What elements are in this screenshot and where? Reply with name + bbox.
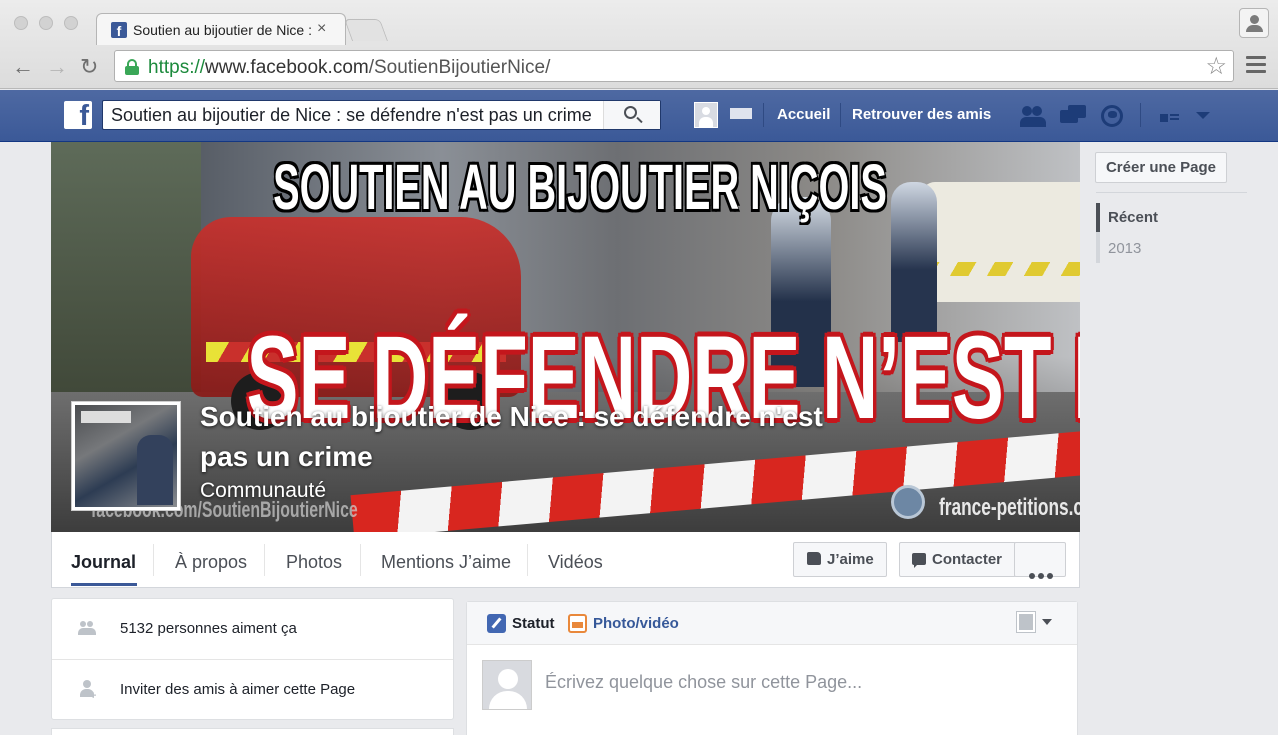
search-icon xyxy=(624,106,637,119)
reload-icon[interactable]: ↻ xyxy=(80,54,98,80)
create-page-button[interactable]: Créer une Page xyxy=(1095,152,1227,183)
tab-title: Soutien au bijoutier de Nice : se défend… xyxy=(133,22,311,38)
lock-icon xyxy=(125,59,139,75)
tab-about[interactable]: À propos xyxy=(175,552,247,573)
back-arrow-icon[interactable]: ← xyxy=(12,54,34,80)
browser-menu-icon[interactable] xyxy=(1246,56,1266,77)
right-column-divider xyxy=(1096,192,1247,193)
photo-icon xyxy=(568,614,587,633)
timeline-year-link[interactable]: 2013 xyxy=(1108,240,1141,257)
audience-selector-icon[interactable] xyxy=(1017,612,1035,632)
next-left-box xyxy=(51,728,454,735)
search-button[interactable] xyxy=(603,101,660,129)
privacy-shortcuts-icon[interactable] xyxy=(1160,109,1180,123)
likes-count-text: 5132 personnes aiment ça xyxy=(120,620,297,637)
contact-button[interactable]: Contacter xyxy=(899,542,1016,577)
petition-logo-icon xyxy=(891,485,925,519)
notifications-globe-icon[interactable] xyxy=(1100,104,1126,128)
message-bubble-icon xyxy=(912,553,926,568)
cover-watermark-right: france-petitions.com xyxy=(939,494,1080,521)
tab-likes[interactable]: Mentions J’aime xyxy=(381,552,511,573)
tab-journal[interactable]: Journal xyxy=(71,552,136,573)
active-tab-indicator xyxy=(71,583,137,586)
page-navigation: Journal À propos Photos Mentions J’aime … xyxy=(51,532,1080,588)
pencil-icon xyxy=(487,614,506,633)
audience-chevron-down-icon[interactable] xyxy=(1042,619,1052,625)
invite-friends-row[interactable]: + Inviter des amis à aimer cette Page xyxy=(52,660,453,720)
composer-avatar xyxy=(482,660,532,710)
profile-name-placeholder[interactable] xyxy=(730,108,752,119)
forward-arrow-icon[interactable]: → xyxy=(46,54,68,80)
address-bar[interactable]: https://www.facebook.com/SoutienBijoutie… xyxy=(114,50,1234,82)
timeline-track xyxy=(1096,232,1100,263)
facebook-logo-icon[interactable]: f xyxy=(64,100,92,132)
page-title[interactable]: Soutien au bijoutier de Nice : se défend… xyxy=(200,397,840,477)
timeline-active-marker xyxy=(1096,203,1100,232)
header-divider xyxy=(1140,103,1141,127)
user-icon-body xyxy=(1246,25,1263,32)
logo-letter: f xyxy=(79,100,89,132)
url-scheme: https:// xyxy=(148,57,206,78)
more-dots-icon xyxy=(1029,558,1056,591)
url-host: www.facebook.com xyxy=(205,57,369,78)
composer-input[interactable] xyxy=(545,672,1045,693)
status-tab[interactable]: Statut xyxy=(512,615,555,632)
tab-close-icon[interactable]: × xyxy=(317,20,326,38)
cover-headline-top: SOUTIEN AU BIJOUTIER NIÇOIS xyxy=(273,151,887,223)
nav-divider xyxy=(153,544,154,576)
browser-tab-active[interactable]: f Soutien au bijoutier de Nice : se défe… xyxy=(96,13,346,45)
header-divider xyxy=(763,103,764,127)
tab-photos[interactable]: Photos xyxy=(286,552,342,573)
friend-requests-icon[interactable] xyxy=(1020,104,1046,128)
window-close-button[interactable] xyxy=(14,16,28,30)
bookmark-star-icon[interactable]: ☆ xyxy=(1205,52,1227,81)
likes-count-row[interactable]: 5132 personnes aiment ça xyxy=(52,599,453,659)
composer-header: Statut Photo/vidéo xyxy=(467,602,1077,645)
post-composer: Statut Photo/vidéo xyxy=(466,601,1078,735)
timeline-recent-link[interactable]: Récent xyxy=(1108,209,1158,226)
facebook-top-bar: f Accueil Retrouver des amis xyxy=(0,90,1278,142)
nav-divider xyxy=(360,544,361,576)
messages-icon[interactable] xyxy=(1060,104,1086,128)
thumbs-up-icon xyxy=(807,552,821,565)
page-likes-box: 5132 personnes aiment ça + Inviter des a… xyxy=(51,598,454,720)
cover-scene-ambulance-stripes xyxy=(921,262,1080,276)
nav-divider xyxy=(527,544,528,576)
cover-scene-ambulance xyxy=(921,182,1080,302)
page-category[interactable]: Communauté xyxy=(200,479,326,503)
add-friend-icon: + xyxy=(80,680,96,702)
url-path: /SoutienBijoutierNice/ xyxy=(368,57,551,78)
find-friends-link[interactable]: Retrouver des amis xyxy=(852,106,991,123)
window-minimize-button[interactable] xyxy=(39,16,53,30)
cover-photo[interactable]: SOUTIEN AU BIJOUTIER NIÇOIS SE DÉFENDRE … xyxy=(51,142,1080,532)
like-button-label: J’aime xyxy=(827,551,874,568)
new-tab-button[interactable] xyxy=(343,19,389,41)
window-zoom-button[interactable] xyxy=(64,16,78,30)
home-link[interactable]: Accueil xyxy=(777,106,830,123)
facebook-search xyxy=(102,100,661,130)
profile-avatar[interactable] xyxy=(694,102,718,128)
people-icon xyxy=(78,621,96,635)
contact-button-label: Contacter xyxy=(932,551,1003,568)
tab-videos[interactable]: Vidéos xyxy=(548,552,603,573)
url-text: https://www.facebook.com/SoutienBijoutie… xyxy=(148,57,550,79)
account-menu-chevron-down-icon[interactable] xyxy=(1196,112,1210,119)
page-profile-picture[interactable] xyxy=(71,401,181,511)
browser-profile-button[interactable] xyxy=(1239,8,1269,38)
facebook-favicon-icon: f xyxy=(111,22,127,39)
search-input[interactable] xyxy=(103,101,603,129)
photo-video-tab[interactable]: Photo/vidéo xyxy=(593,615,679,632)
invite-friends-text: Inviter des amis à aimer cette Page xyxy=(120,681,356,698)
more-options-button[interactable] xyxy=(1014,542,1066,579)
user-icon xyxy=(1250,15,1259,24)
nav-divider xyxy=(264,544,265,576)
header-divider xyxy=(840,103,841,127)
like-page-button[interactable]: J’aime xyxy=(793,542,887,577)
browser-chrome: f Soutien au bijoutier de Nice : se défe… xyxy=(0,0,1278,89)
